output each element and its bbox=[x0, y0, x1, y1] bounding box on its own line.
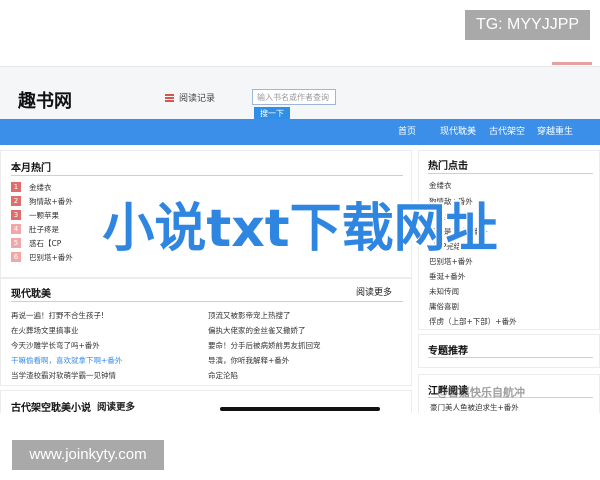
monthly-hot-title: 本月热门 bbox=[11, 163, 51, 174]
book-link[interactable]: 要命！分手后被病娇前男友抓回宠 bbox=[208, 340, 321, 351]
title-underline bbox=[428, 173, 593, 174]
rank-badge: 1 bbox=[11, 182, 21, 192]
list-item[interactable]: 俘虏（上部+下部）+番外 bbox=[429, 316, 517, 327]
book-link[interactable]: 再说一遍！打野不合生孩子! bbox=[11, 310, 104, 321]
rank-badge: 3 bbox=[11, 210, 21, 220]
list-item[interactable]: 5 惑石【CP bbox=[11, 237, 61, 249]
main-nav: 首页 现代耽美 古代架空 穿越重生 bbox=[0, 119, 600, 145]
book-link[interactable]: 当学渣校霸对软萌学霸一见钟情 bbox=[11, 370, 116, 381]
title-underline bbox=[11, 301, 403, 302]
ancient-read-more-link[interactable]: 阅读更多 bbox=[97, 399, 135, 413]
book-link[interactable]: 豪门美人鱼被迫求生+番外 bbox=[430, 402, 519, 413]
book-title: 一颗苹果 bbox=[29, 210, 59, 220]
book-link[interactable]: 偏执大佬家的金丝雀又撒娇了 bbox=[208, 325, 306, 336]
book-link[interactable]: 顶流又被影帝宠上热搜了 bbox=[208, 310, 291, 321]
list-item[interactable]: 庸俗喜剧 bbox=[429, 301, 459, 312]
rank-badge: 6 bbox=[11, 252, 21, 262]
page-canvas: TG: MYYJJPP 趣书网 阅读记录 搜一下 首页 现代耽美 古代架空 穿越… bbox=[0, 0, 600, 480]
overlay-headline-text: 小说txt下载网址 bbox=[102, 199, 497, 259]
list-icon bbox=[165, 93, 174, 102]
site-header: 趣书网 阅读记录 搜一下 bbox=[0, 66, 600, 121]
rank-badge: 5 bbox=[11, 238, 21, 248]
book-link[interactable]: 今天沙雕学长弯了吗+番外 bbox=[11, 340, 100, 351]
overlay-headline: 小说txt下载网址 bbox=[60, 188, 540, 268]
nav-item-home[interactable]: 首页 bbox=[398, 119, 416, 145]
modern-section-title: 现代耽美 bbox=[11, 289, 51, 300]
title-underline bbox=[11, 175, 403, 176]
tg-watermark-tag: TG: MYYJJPP bbox=[465, 10, 590, 40]
book-link[interactable]: 命定沦陷 bbox=[208, 370, 238, 381]
list-item[interactable]: 垂涎+番外 bbox=[429, 271, 465, 282]
title-underline bbox=[428, 357, 593, 358]
book-link[interactable]: 导演，你听我解释+番外 bbox=[208, 355, 289, 366]
home-indicator-bar[interactable] bbox=[220, 407, 380, 411]
search-input[interactable] bbox=[252, 89, 336, 105]
overlay-headline-graphic: 小说txt下载网址 bbox=[100, 197, 499, 261]
reading-history-link[interactable]: 阅读记录 bbox=[165, 91, 215, 104]
book-link[interactable]: 干嘛偷看啊，喜欢就拿下啊+番外 bbox=[11, 355, 122, 366]
book-title: 肚子疼是 bbox=[29, 224, 59, 234]
topic-panel: 专题推荐 bbox=[418, 334, 600, 368]
url-watermark-tag: www.joinkyty.com bbox=[12, 440, 164, 470]
book-title: 金缕衣 bbox=[29, 182, 52, 192]
ancient-section-title: 古代架空耽美小说 bbox=[11, 403, 91, 414]
list-item[interactable]: 3 一颗苹果 bbox=[11, 209, 59, 221]
list-item[interactable]: 未知传闻 bbox=[429, 286, 459, 297]
modern-section-panel: 现代耽美 阅读更多 再说一遍！打野不合生孩子! 在火葬场文里搞事业 今天沙雕学长… bbox=[0, 278, 412, 386]
rank-badge: 4 bbox=[11, 224, 21, 234]
nav-item-ancient[interactable]: 古代架空 bbox=[489, 119, 525, 145]
author-watermark: @喜嘉快乐自航冲 bbox=[437, 386, 525, 399]
list-item[interactable]: 1 金缕衣 bbox=[11, 181, 52, 193]
hot-click-title: 热门点击 bbox=[428, 161, 468, 172]
rank-badge: 2 bbox=[11, 196, 21, 206]
modern-read-more-link[interactable]: 阅读更多 bbox=[356, 285, 392, 298]
topic-title: 专题推荐 bbox=[428, 346, 468, 357]
reading-history-label: 阅读记录 bbox=[179, 94, 216, 104]
site-logo[interactable]: 趣书网 bbox=[18, 87, 72, 113]
book-link[interactable]: 在火葬场文里搞事业 bbox=[11, 325, 79, 336]
book-title: 惑石【CP bbox=[29, 238, 62, 248]
list-item[interactable]: 4 肚子疼是 bbox=[11, 223, 59, 235]
nav-item-time-travel[interactable]: 穿越重生 bbox=[537, 119, 573, 145]
nav-item-modern[interactable]: 现代耽美 bbox=[440, 119, 476, 145]
corner-decoration bbox=[552, 62, 592, 65]
